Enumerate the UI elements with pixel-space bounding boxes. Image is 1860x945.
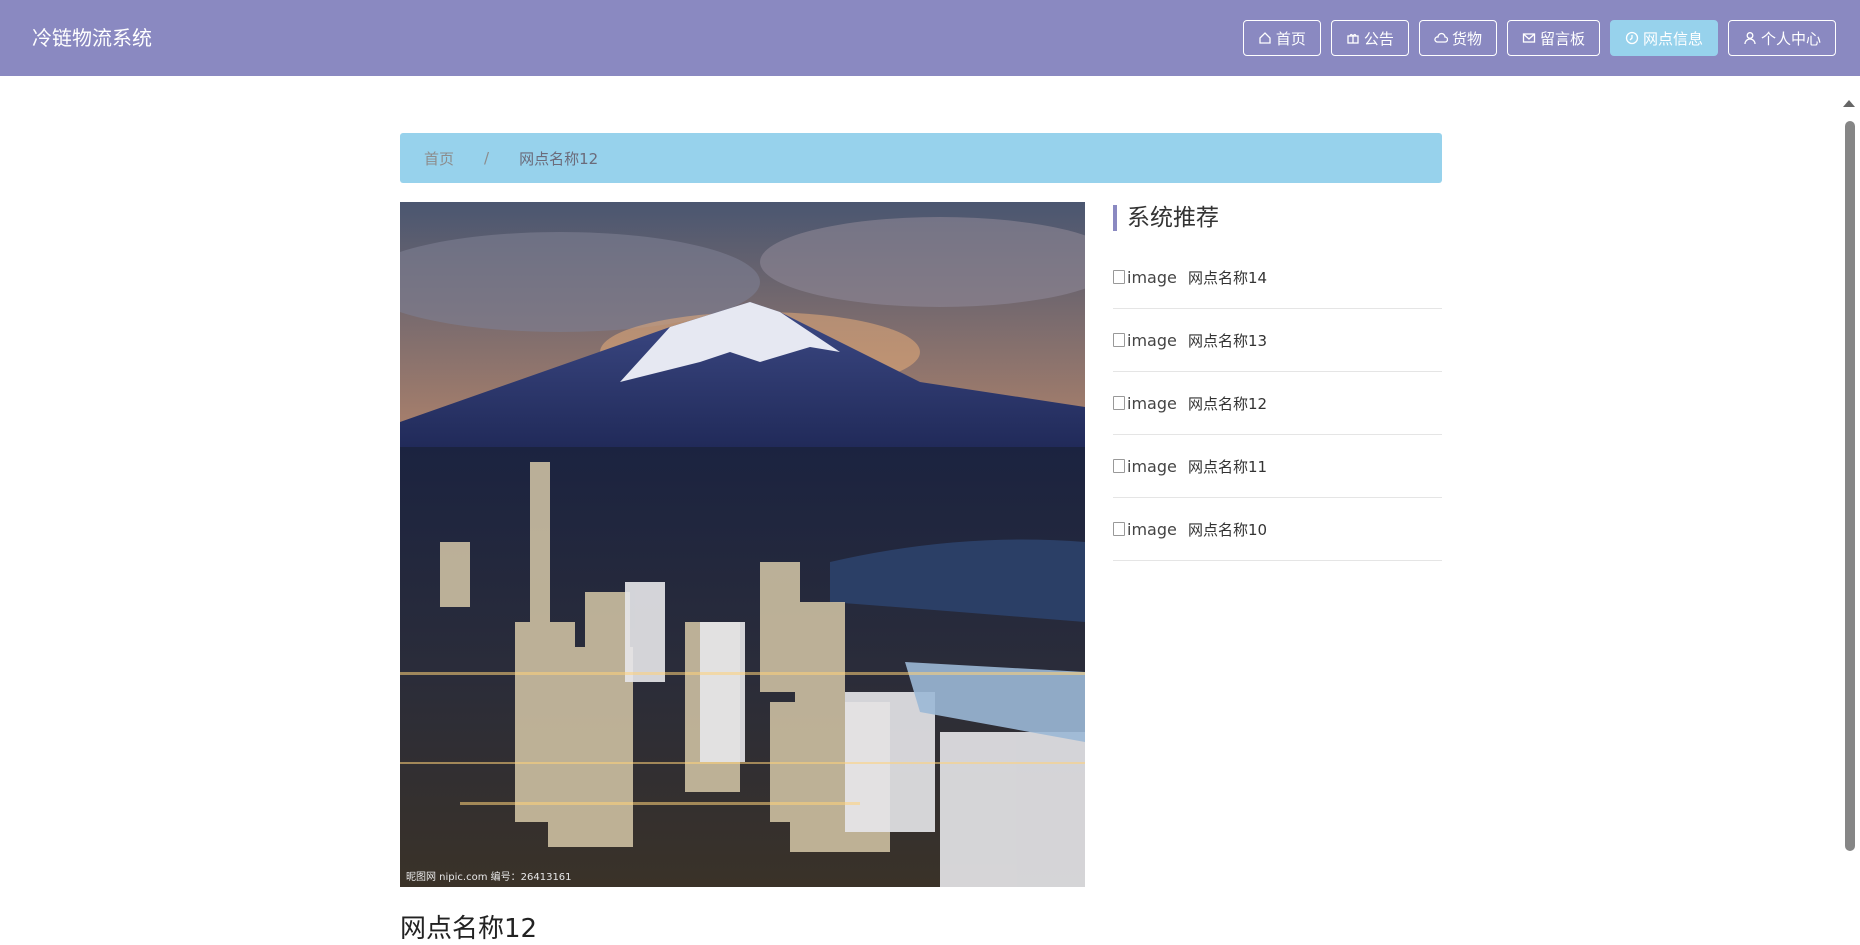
recommend-title: 系统推荐 <box>1113 205 1442 231</box>
recommend-sidebar: 系统推荐 image 网点名称14 image 网点名称13 image 网点名… <box>1113 202 1442 561</box>
image-alt: image <box>1127 456 1177 476</box>
recommend-item[interactable]: image 网点名称14 <box>1113 246 1442 309</box>
recommend-name[interactable]: 网点名称12 <box>1188 393 1267 414</box>
recommend-item[interactable]: image 网点名称11 <box>1113 435 1442 498</box>
mail-icon <box>1522 33 1536 43</box>
nav-goods-button[interactable]: 货物 <box>1418 20 1497 56</box>
nav-profile-label: 个人中心 <box>1760 29 1821 48</box>
recommend-item[interactable]: image 网点名称12 <box>1113 372 1442 435</box>
broken-image-icon <box>1113 396 1125 410</box>
nav-notice-label: 公告 <box>1363 29 1394 48</box>
recommend-image[interactable]: image <box>1113 329 1178 351</box>
outlet-name-heading: 网点名称12 <box>400 914 538 944</box>
image-alt: image <box>1127 519 1177 539</box>
outlet-photo: 昵图网 nipic.com 编号：26413161 <box>400 202 1085 887</box>
recommend-image[interactable]: image <box>1113 266 1178 288</box>
nav-goods-label: 货物 <box>1451 29 1482 48</box>
breadcrumb-home-link[interactable]: 首页 <box>424 148 454 169</box>
recommend-image[interactable]: image <box>1113 455 1178 477</box>
nav-message-board-button[interactable]: 留言板 <box>1506 20 1600 56</box>
recommend-item[interactable]: image 网点名称13 <box>1113 309 1442 372</box>
mount-fuji-city-image <box>400 202 1085 887</box>
nav-home-label: 首页 <box>1275 29 1306 48</box>
top-navbar: 冷链物流系统 首页 公告 货物 留言板 网点信息 个人中心 <box>0 0 1860 76</box>
image-alt: image <box>1127 393 1177 413</box>
main-content: 首页 / 网点名称12 昵图网 nipic.com 编号：26413161 系统… <box>400 133 1442 887</box>
broken-image-icon <box>1113 522 1125 536</box>
recommend-image[interactable]: image <box>1113 392 1178 414</box>
broken-image-icon <box>1113 270 1125 284</box>
nav-outlet-info-label: 网点信息 <box>1642 29 1703 48</box>
home-icon <box>1259 32 1271 44</box>
nav-outlet-info-button[interactable]: 网点信息 <box>1609 20 1718 56</box>
recommend-name[interactable]: 网点名称14 <box>1188 267 1267 288</box>
recommend-item[interactable]: image 网点名称10 <box>1113 498 1442 561</box>
scrollbar-thumb[interactable] <box>1845 121 1855 851</box>
cloud-icon <box>1434 32 1448 43</box>
scroll-up-arrow[interactable] <box>1843 100 1855 107</box>
gift-icon <box>1347 33 1359 44</box>
recommend-name[interactable]: 网点名称11 <box>1188 456 1267 477</box>
broken-image-icon <box>1113 459 1125 473</box>
recommend-list: image 网点名称14 image 网点名称13 image 网点名称12 i… <box>1113 246 1442 561</box>
app-title: 冷链物流系统 <box>32 26 152 50</box>
breadcrumb-separator: / <box>484 149 490 167</box>
broken-image-icon <box>1113 333 1125 347</box>
breadcrumb: 首页 / 网点名称12 <box>400 133 1442 183</box>
image-alt: image <box>1127 267 1177 287</box>
nav-menu: 首页 公告 货物 留言板 网点信息 个人中心 <box>1242 20 1836 56</box>
nav-notice-button[interactable]: 公告 <box>1330 20 1409 56</box>
photo-credit: 昵图网 nipic.com 编号：26413161 <box>406 872 572 883</box>
recommend-name[interactable]: 网点名称10 <box>1188 519 1267 540</box>
clock-icon <box>1625 31 1639 45</box>
image-alt: image <box>1127 330 1177 350</box>
breadcrumb-current: 网点名称12 <box>519 149 599 168</box>
recommend-image[interactable]: image <box>1113 518 1178 540</box>
nav-profile-button[interactable]: 个人中心 <box>1727 20 1836 56</box>
user-icon <box>1744 32 1756 45</box>
nav-message-board-label: 留言板 <box>1539 29 1585 48</box>
recommend-name[interactable]: 网点名称13 <box>1188 330 1267 351</box>
nav-home-button[interactable]: 首页 <box>1242 20 1321 56</box>
